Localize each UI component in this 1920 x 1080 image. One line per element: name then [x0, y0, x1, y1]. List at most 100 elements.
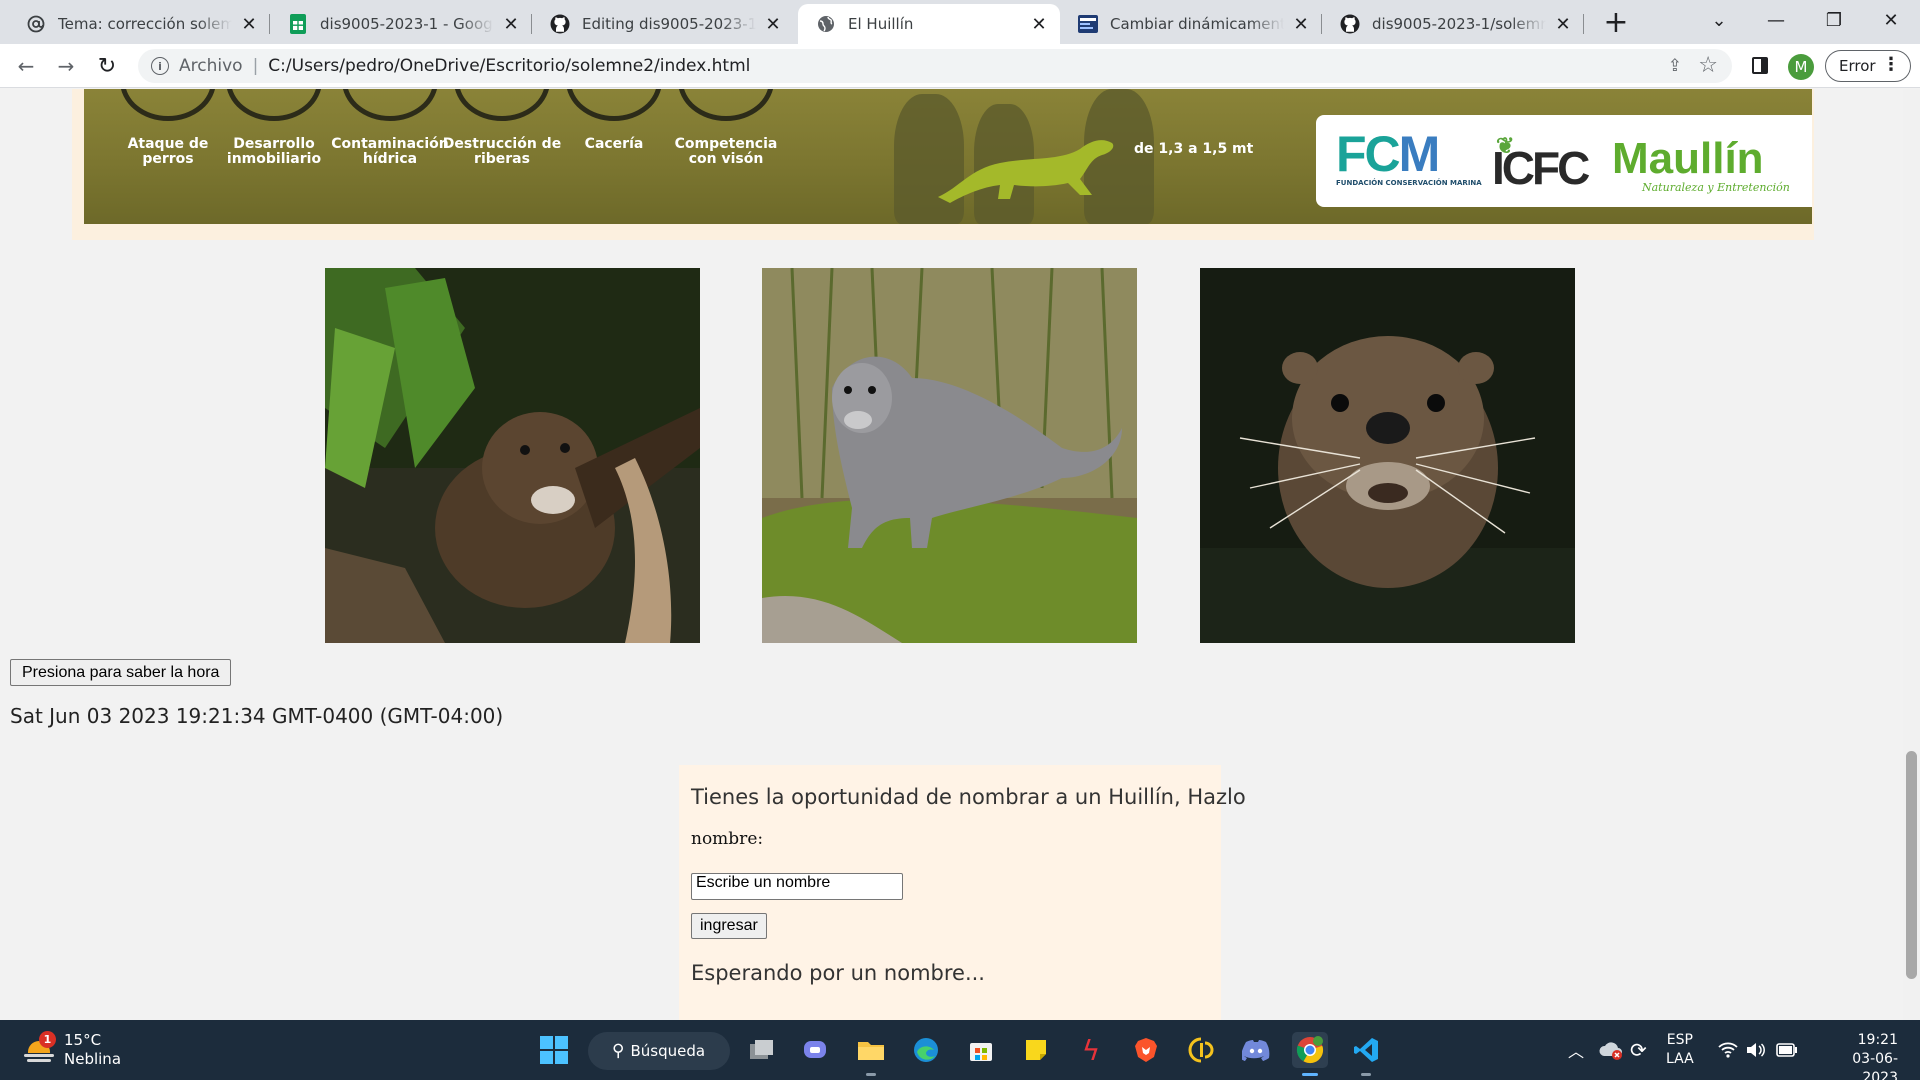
browser-toolbar: ← → ↻ i Archivo | C:/Users/pedro/OneDriv… [0, 44, 1920, 88]
submit-name-button[interactable]: ingresar [691, 913, 767, 939]
tab-editing-readme[interactable]: Editing dis9005-2023-1/REA ✕ [532, 4, 794, 44]
windows-start-icon[interactable] [536, 1032, 572, 1068]
otter-on-moss-photo [762, 268, 1137, 643]
threat-circle-icon [566, 89, 662, 121]
battery-icon[interactable] [1776, 1020, 1798, 1080]
name-field-label: nombre: [691, 829, 764, 849]
weather-widget[interactable]: 1 15°C Neblina [24, 1031, 121, 1069]
teams-chat-icon[interactable] [798, 1032, 834, 1068]
form-heading: Tienes la oportunidad de nombrar a un Hu… [691, 785, 1246, 809]
error-label: Error [1839, 57, 1876, 75]
threat-circle-icon [342, 89, 438, 121]
close-tab-icon[interactable]: ✕ [238, 13, 260, 35]
menu-kebab-icon: ⋮ [1882, 54, 1900, 75]
page-viewport: Ataque de perros Desarrollo inmobiliario… [0, 89, 1920, 1020]
tab-title: Tema: corrección solemne-C [58, 15, 232, 33]
fog-weather-icon: 1 [24, 1031, 56, 1063]
threats-banner: Ataque de perros Desarrollo inmobiliario… [84, 89, 1812, 224]
volume-icon[interactable] [1746, 1020, 1766, 1080]
restore-button[interactable]: ❐ [1805, 0, 1863, 40]
current-time-output: Sat Jun 03 2023 19:21:34 GMT-0400 (GMT-0… [10, 704, 504, 728]
address-divider: | [252, 56, 259, 76]
share-icon[interactable]: ⇪ [1668, 56, 1682, 76]
close-tab-icon[interactable]: ✕ [500, 13, 522, 35]
language-indicator[interactable]: ESP LAA [1666, 1031, 1694, 1069]
taskbar-search[interactable]: ⚲ Búsqueda [588, 1032, 730, 1070]
tab-cambiar-dinamicamente[interactable]: Cambiar dinámicamente un ✕ [1060, 4, 1322, 44]
tab-title: dis9005-2023-1/solemne-0 [1372, 15, 1546, 33]
chrome-browser-icon[interactable] [1292, 1032, 1328, 1076]
close-tab-icon[interactable]: ✕ [762, 13, 784, 35]
name-input[interactable]: Escribe un nombre [691, 873, 903, 900]
system-clock[interactable]: 19:21 03-06-2023 [1818, 1031, 1898, 1080]
close-tab-icon[interactable]: ✕ [1552, 13, 1574, 35]
onedrive-sync-error-icon[interactable] [1598, 1020, 1624, 1080]
brave-browser-icon[interactable] [1128, 1032, 1164, 1068]
wifi-icon[interactable] [1718, 1020, 1738, 1080]
threat-circle-icon [454, 89, 550, 121]
search-label: Búsqueda [630, 1042, 706, 1060]
banner-container: Ataque de perros Desarrollo inmobiliario… [72, 89, 1814, 240]
scrollbar-thumb[interactable] [1906, 751, 1917, 979]
windows-taskbar: 1 15°C Neblina ⚲ Búsqueda ϟ ︿ ⟳ ESP LAA … [0, 1020, 1920, 1080]
profile-avatar[interactable]: M [1788, 54, 1814, 80]
info-icon[interactable]: i [151, 57, 169, 75]
address-bar[interactable]: i Archivo | C:/Users/pedro/OneDrive/Escr… [138, 49, 1732, 83]
name-status-text: Esperando por un nombre... [691, 961, 985, 985]
github-icon [550, 14, 570, 34]
at-sign-icon [26, 14, 46, 34]
sticky-notes-icon[interactable] [1018, 1032, 1054, 1068]
notification-badge: 1 [39, 1031, 56, 1048]
forward-arrow-icon[interactable]: → [50, 50, 82, 82]
search-icon: ⚲ [612, 1041, 625, 1061]
tab-el-huillin[interactable]: El Huillín ✕ [798, 4, 1060, 44]
tab-google-sheets[interactable]: dis9005-2023-1 - Google D ✕ [270, 4, 532, 44]
name-otter-form: Tienes la oportunidad de nombrar a un Hu… [679, 765, 1246, 1020]
globe-icon [816, 14, 836, 34]
edge-browser-icon[interactable] [908, 1032, 944, 1068]
threat-circle-icon [226, 89, 322, 121]
close-window-button[interactable]: ✕ [1862, 0, 1920, 40]
audio-app-icon[interactable] [1183, 1032, 1219, 1068]
weather-condition: Neblina [64, 1050, 122, 1068]
close-tab-icon[interactable]: ✕ [1028, 13, 1050, 35]
flash-app-icon[interactable]: ϟ [1073, 1032, 1109, 1068]
tab-title: Editing dis9005-2023-1/REA [582, 15, 756, 33]
google-sheets-icon [288, 14, 308, 34]
threat-circle-icon [120, 89, 216, 121]
page-scrollbar[interactable] [1903, 89, 1920, 1020]
otter-size-text: de 1,3 a 1,5 mt [1134, 141, 1254, 157]
discord-icon[interactable] [1238, 1032, 1274, 1068]
error-button[interactable]: Error ⋮ [1825, 50, 1911, 82]
address-scheme-label: Archivo [179, 56, 243, 76]
tab-solemne-repo[interactable]: dis9005-2023-1/solemne-0 ✕ [1322, 4, 1584, 44]
browser-tab-strip: Tema: corrección solemne-C ✕ dis9005-202… [0, 0, 1920, 44]
back-arrow-icon[interactable]: ← [10, 50, 42, 82]
otter-face-closeup-photo [1200, 268, 1575, 643]
vscode-icon[interactable] [1348, 1032, 1384, 1076]
tab-correccion-solemne[interactable]: Tema: corrección solemne-C ✕ [8, 4, 270, 44]
new-tab-button[interactable]: + [1598, 4, 1634, 40]
tab-title: Cambiar dinámicamente un [1110, 15, 1284, 33]
sync-icon[interactable]: ⟳ [1630, 1020, 1647, 1080]
maullin-logo: Maullín Naturaleza y Entretención [1612, 134, 1790, 195]
address-url[interactable]: C:/Users/pedro/OneDrive/Escritorio/solem… [268, 56, 750, 76]
otter-silhouette-icon [938, 140, 1114, 203]
fcm-logo: FCM FUNDACIÓN CONSERVACIÓN MARINA [1336, 126, 1482, 187]
reload-icon[interactable]: ↻ [91, 50, 123, 82]
tab-search-chevron-icon[interactable]: ⌄ [1690, 0, 1748, 40]
show-time-button[interactable]: Presiona para saber la hora [10, 659, 232, 686]
tab-title: El Huillín [848, 15, 914, 33]
show-hidden-icons-chevron-icon[interactable]: ︿ [1568, 1038, 1584, 1062]
side-panel-icon[interactable] [1752, 57, 1768, 74]
close-tab-icon[interactable]: ✕ [1290, 13, 1312, 35]
bookmark-star-icon[interactable]: ☆ [1698, 53, 1718, 78]
file-explorer-icon[interactable] [853, 1032, 889, 1076]
weather-temperature: 15°C [64, 1031, 102, 1049]
icfc-logo: ❦ ICFC [1492, 133, 1590, 191]
microsoft-store-icon[interactable] [963, 1032, 999, 1068]
minimize-button[interactable]: — [1747, 0, 1805, 40]
site-icon [1078, 14, 1098, 34]
task-view-icon[interactable] [744, 1032, 780, 1068]
threat-circle-icon [678, 89, 774, 121]
